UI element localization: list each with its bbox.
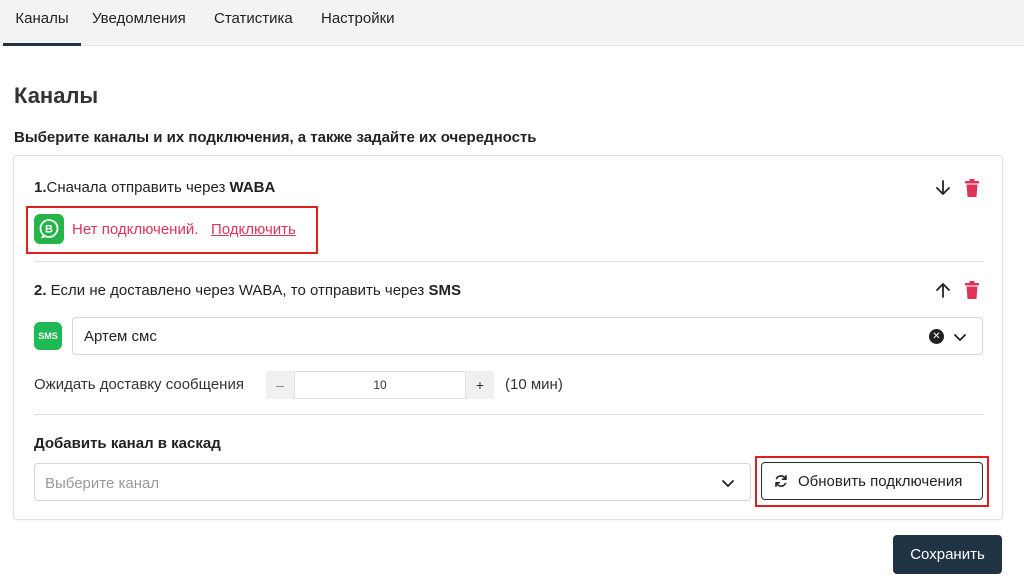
selected-connection: Артем смс (84, 328, 157, 345)
refresh-button-label: Обновить подключения (798, 472, 963, 490)
top-tabs: Каналы Уведомления Статистика Настройки (0, 0, 1024, 46)
wait-minutes-input[interactable] (294, 371, 466, 399)
chevron-down-icon[interactable] (952, 329, 968, 345)
refresh-icon (775, 475, 787, 487)
step2-prefix: Если не доставлено через WABA, то отправ… (46, 282, 429, 299)
move-up-button[interactable] (932, 279, 954, 301)
trash-icon (965, 281, 979, 299)
step1-channel: WABA (229, 179, 276, 196)
step2-title: 2. Если не доставлено через WABA, то отп… (34, 282, 461, 299)
move-down-button[interactable] (932, 177, 954, 199)
divider (34, 414, 984, 415)
step2-number: 2. (34, 282, 47, 299)
no-connections-text: Нет подключений. (72, 221, 199, 238)
trash-icon (965, 179, 979, 197)
wait-unit-text: (10 мин) (505, 376, 563, 393)
tab-statistics[interactable]: Статистика (214, 0, 293, 46)
connect-link[interactable]: Подключить (211, 221, 296, 238)
arrow-up-icon (936, 283, 950, 298)
increment-button[interactable]: + (466, 371, 494, 399)
clear-icon[interactable]: ✕ (929, 329, 944, 344)
add-channel-title: Добавить канал в каскад (34, 435, 221, 452)
step2-channel: SMS (428, 282, 461, 299)
connection-select[interactable]: Артем смс ✕ (72, 317, 983, 355)
tab-channels[interactable]: Каналы (3, 0, 81, 46)
svg-text:B: B (45, 224, 53, 236)
step1-title: 1.Сначала отправить через WABA (34, 179, 275, 196)
page-subtitle: Выберите каналы и их подключения, а такж… (14, 129, 537, 146)
decrement-button[interactable]: – (266, 371, 294, 399)
refresh-connections-button[interactable]: Обновить подключения (761, 462, 983, 500)
tab-settings[interactable]: Настройки (321, 0, 395, 46)
delete-step2-button[interactable] (961, 279, 983, 301)
step1-prefix: Сначала отправить через (46, 179, 230, 196)
divider (34, 261, 984, 262)
channel-select-placeholder: Выберите канал (45, 475, 160, 492)
whatsapp-logo-icon: B (39, 219, 59, 239)
channel-select[interactable]: Выберите канал (34, 463, 751, 501)
delete-step1-button[interactable] (961, 177, 983, 199)
wait-delivery-label: Ожидать доставку сообщения (34, 376, 244, 393)
sms-icon: SMS (34, 322, 62, 350)
save-button[interactable]: Сохранить (893, 535, 1002, 574)
tab-notifications[interactable]: Уведомления (92, 0, 186, 46)
step1-number: 1. (34, 179, 47, 196)
whatsapp-business-icon: B (34, 214, 64, 244)
page-title: Каналы (14, 83, 99, 108)
arrow-down-icon (936, 180, 950, 195)
chevron-down-icon (722, 480, 734, 487)
